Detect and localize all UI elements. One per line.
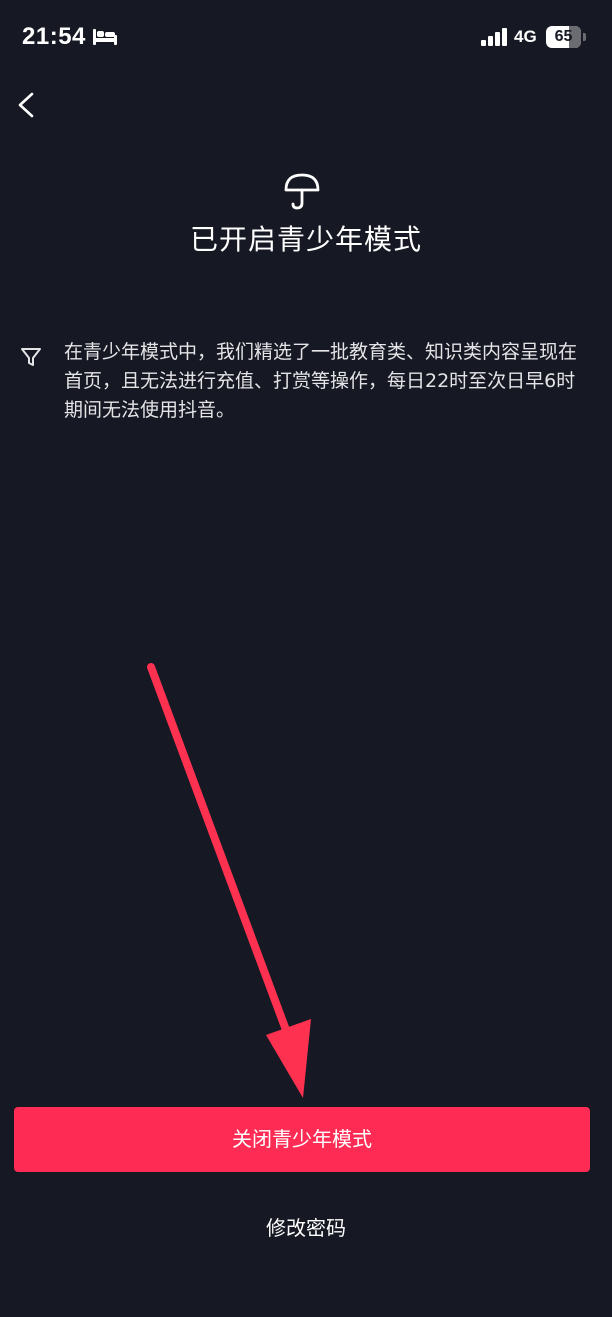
filter-icon	[21, 348, 41, 366]
chevron-left-icon	[18, 92, 34, 118]
close-teen-mode-button[interactable]: 关闭青少年模式	[14, 1107, 590, 1172]
battery-cap	[583, 33, 586, 41]
battery-level: 65	[554, 28, 573, 45]
status-time: 21:54	[22, 23, 86, 50]
back-button[interactable]	[12, 86, 48, 126]
battery-body: 65	[546, 26, 581, 48]
network-type: 4G	[514, 27, 537, 46]
page-title: 已开启青少年模式	[189, 223, 422, 256]
umbrella-icon	[284, 173, 320, 210]
mode-description: 在青少年模式中，我们精选了一批教育类、知识类内容呈现在首页，且无法进行充值、打赏…	[64, 341, 578, 421]
status-bar: 21:54 4G 65	[0, 0, 612, 76]
battery-indicator: 65	[546, 26, 586, 48]
bed-icon	[93, 29, 117, 45]
cellular-signal-icon	[481, 28, 507, 46]
change-password-link[interactable]: 修改密码	[0, 1209, 612, 1247]
